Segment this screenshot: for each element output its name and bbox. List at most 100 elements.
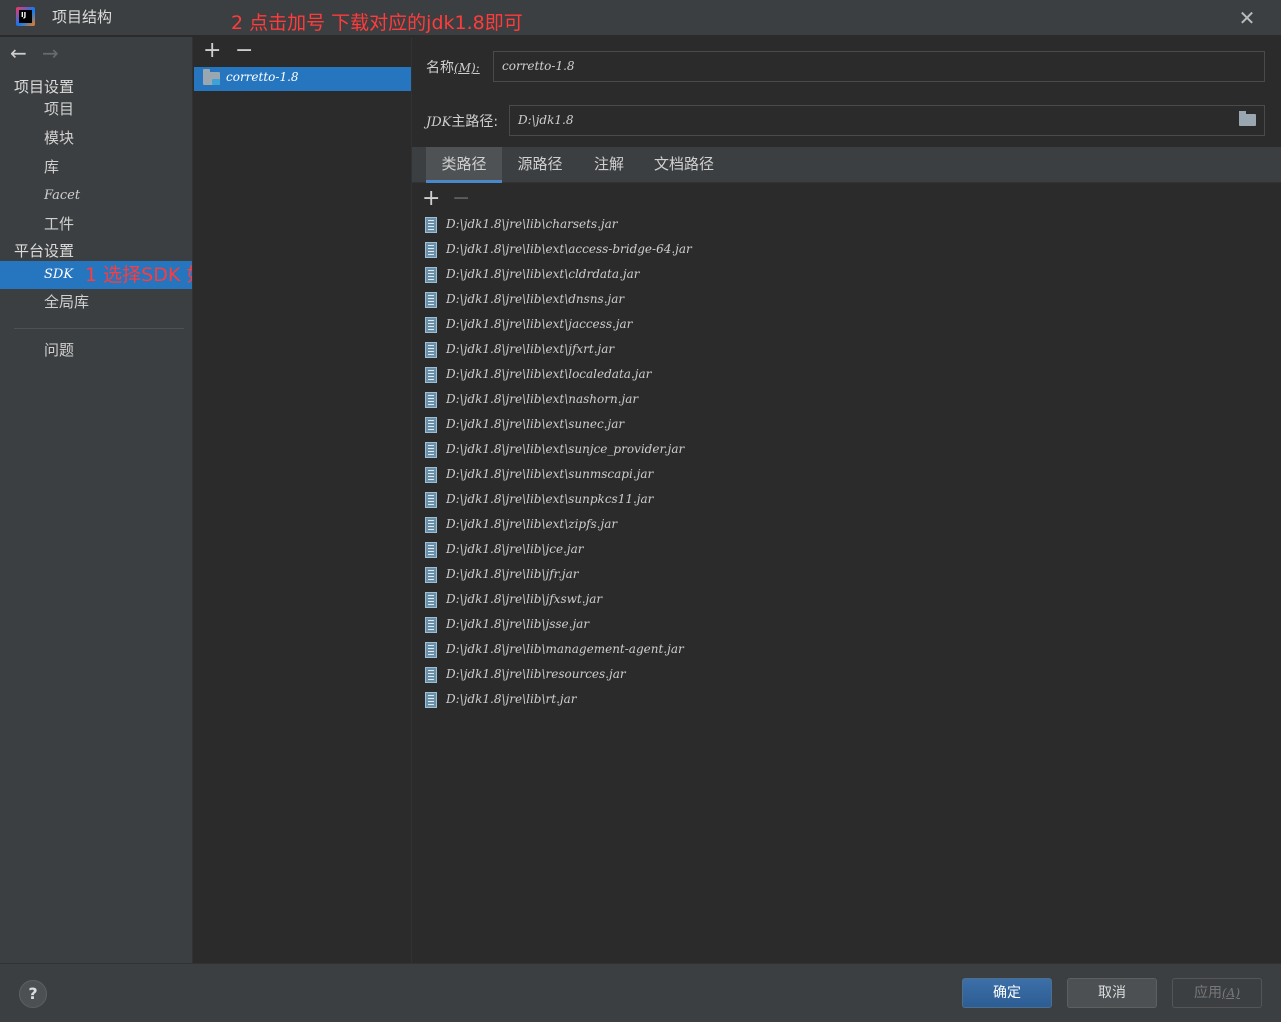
classpath-row[interactable]: D:\jdk1.8\jre\lib\jfxswt.jar <box>412 588 1281 613</box>
window-title: 项目结构 <box>52 8 113 26</box>
jar-file-icon <box>425 667 437 683</box>
help-button[interactable]: ? <box>19 980 47 1008</box>
classpath-path: D:\jdk1.8\jre\lib\ext\jaccess.jar <box>446 317 633 331</box>
classpath-path: D:\jdk1.8\jre\lib\ext\dnsns.jar <box>446 292 625 306</box>
classpath-path: D:\jdk1.8\jre\lib\jfxswt.jar <box>446 592 603 606</box>
sidebar-item-libraries[interactable]: 库 <box>0 153 192 181</box>
name-label-text: 名称 <box>426 60 454 76</box>
jar-file-icon <box>425 692 437 708</box>
classpath-path: D:\jdk1.8\jre\lib\resources.jar <box>446 667 626 681</box>
name-input[interactable]: corretto-1.8 <box>493 51 1265 82</box>
jar-file-icon <box>425 217 437 233</box>
classpath-row[interactable]: D:\jdk1.8\jre\lib\ext\nashorn.jar <box>412 388 1281 413</box>
remove-sdk-button[interactable]: − <box>235 39 253 63</box>
cancel-button[interactable]: 取消 <box>1067 978 1157 1008</box>
add-sdk-button[interactable]: + <box>203 39 221 63</box>
classpath-row[interactable]: D:\jdk1.8\jre\lib\charsets.jar <box>412 213 1281 238</box>
classpath-row[interactable]: D:\jdk1.8\jre\lib\ext\dnsns.jar <box>412 288 1281 313</box>
classpath-path: D:\jdk1.8\jre\lib\ext\nashorn.jar <box>446 392 639 406</box>
classpath-row[interactable]: D:\jdk1.8\jre\lib\ext\jfxrt.jar <box>412 338 1281 363</box>
classpath-row[interactable]: D:\jdk1.8\jre\lib\ext\sunmscapi.jar <box>412 463 1281 488</box>
jar-file-icon <box>425 517 437 533</box>
classpath-path: D:\jdk1.8\jre\lib\jce.jar <box>446 542 584 556</box>
sdk-list-item[interactable]: corretto-1.8 <box>194 67 411 91</box>
add-classpath-button[interactable]: + <box>422 186 440 211</box>
apply-button[interactable]: 应用(A) <box>1172 978 1262 1008</box>
tab-classpath[interactable]: 类路径 <box>426 147 502 183</box>
classpath-row[interactable]: D:\jdk1.8\jre\lib\ext\cldrdata.jar <box>412 263 1281 288</box>
classpath-path: D:\jdk1.8\jre\lib\ext\sunjce_provider.ja… <box>446 442 685 456</box>
browse-folder-icon[interactable] <box>1239 111 1256 126</box>
jar-file-icon <box>425 242 437 258</box>
classpath-path: D:\jdk1.8\jre\lib\jfr.jar <box>446 567 579 581</box>
sidebar-item-global-libraries[interactable]: 全局库 <box>0 288 192 316</box>
classpath-row[interactable]: D:\jdk1.8\jre\lib\rt.jar <box>412 688 1281 713</box>
platform-settings-header: 平台设置 <box>14 242 75 260</box>
jar-file-icon <box>425 617 437 633</box>
sidebar-divider <box>14 328 184 329</box>
classpath-row[interactable]: D:\jdk1.8\jre\lib\ext\sunjce_provider.ja… <box>412 438 1281 463</box>
dialog-footer: ? 确定 取消 应用(A) <box>0 963 1281 1022</box>
sidebar-item-artifacts[interactable]: 工件 <box>0 210 192 238</box>
name-mnemonic: (M): <box>454 61 480 75</box>
classpath-list: D:\jdk1.8\jre\lib\charsets.jar D:\jdk1.8\… <box>412 213 1281 713</box>
sdk-tabs: 类路径 源路径 注解 文档路径 <box>412 147 1281 183</box>
apply-label: 应用 <box>1193 985 1222 1001</box>
classpath-row[interactable]: D:\jdk1.8\jre\lib\ext\localedata.jar <box>412 363 1281 388</box>
classpath-row[interactable]: D:\jdk1.8\jre\lib\management-agent.jar <box>412 638 1281 663</box>
jar-file-icon <box>425 292 437 308</box>
classpath-path: D:\jdk1.8\jre\lib\management-agent.jar <box>446 642 684 656</box>
sdk-list-panel: + − corretto-1.8 <box>192 37 412 963</box>
sdk-details-panel: 名称(M): corretto-1.8 JDK主路径: D:\jdk1.8 类路… <box>412 37 1281 963</box>
classpath-path: D:\jdk1.8\jre\lib\ext\zipfs.jar <box>446 517 618 531</box>
classpath-path: D:\jdk1.8\jre\lib\ext\sunmscapi.jar <box>446 467 654 481</box>
annotation-add-sdk: 2 点击加号 下载对应的jdk1.8即可 <box>231 12 523 34</box>
project-settings-header: 项目设置 <box>14 78 75 96</box>
tab-annotations[interactable]: 注解 <box>580 147 638 183</box>
classpath-row[interactable]: D:\jdk1.8\jre\lib\ext\access-bridge-64.j… <box>412 238 1281 263</box>
jar-file-icon <box>425 542 437 558</box>
classpath-row[interactable]: D:\jdk1.8\jre\lib\jfr.jar <box>412 563 1281 588</box>
sidebar-item-project[interactable]: 项目 <box>0 95 192 123</box>
jar-file-icon <box>425 367 437 383</box>
classpath-row[interactable]: D:\jdk1.8\jre\lib\jce.jar <box>412 538 1281 563</box>
back-arrow-icon[interactable]: ← <box>10 41 27 65</box>
classpath-toolbar: + − <box>412 184 1281 214</box>
jar-file-icon <box>425 592 437 608</box>
sidebar-item-facet[interactable]: Facet <box>0 182 192 210</box>
forward-arrow-icon[interactable]: → <box>42 41 59 65</box>
jar-file-icon <box>425 492 437 508</box>
jdk-home-path-input[interactable]: D:\jdk1.8 <box>509 105 1265 136</box>
jar-file-icon <box>425 417 437 433</box>
sidebar-item-problems[interactable]: 问题 <box>0 336 192 364</box>
jar-file-icon <box>425 442 437 458</box>
classpath-row[interactable]: D:\jdk1.8\jre\lib\ext\jaccess.jar <box>412 313 1281 338</box>
classpath-row[interactable]: D:\jdk1.8\jre\lib\ext\sunpkcs11.jar <box>412 488 1281 513</box>
jar-file-icon <box>425 267 437 283</box>
classpath-path: D:\jdk1.8\jre\lib\ext\cldrdata.jar <box>446 267 640 281</box>
sdk-item-label: corretto-1.8 <box>226 70 299 84</box>
classpath-row[interactable]: D:\jdk1.8\jre\lib\ext\sunec.jar <box>412 413 1281 438</box>
intellij-app-icon: IJ <box>16 7 35 26</box>
jdk-home-label-prefix: JDK <box>426 115 452 130</box>
classpath-path: D:\jdk1.8\jre\lib\ext\jfxrt.jar <box>446 342 615 356</box>
classpath-row[interactable]: D:\jdk1.8\jre\lib\resources.jar <box>412 663 1281 688</box>
jar-file-icon <box>425 342 437 358</box>
classpath-row[interactable]: D:\jdk1.8\jre\lib\ext\zipfs.jar <box>412 513 1281 538</box>
sidebar-item-modules[interactable]: 模块 <box>0 124 192 152</box>
jar-file-icon <box>425 467 437 483</box>
jar-file-icon <box>425 317 437 333</box>
remove-classpath-button[interactable]: − <box>452 186 470 211</box>
ok-button[interactable]: 确定 <box>962 978 1052 1008</box>
jar-file-icon <box>425 567 437 583</box>
sidebar: ← → 项目设置 项目 模块 库 Facet 工件 平台设置 SDK 全局库 问… <box>0 37 192 963</box>
jdk-home-label: JDK主路径: <box>426 111 498 131</box>
tab-documentation-paths[interactable]: 文档路径 <box>644 147 724 183</box>
close-icon[interactable]: ✕ <box>1235 6 1259 30</box>
jar-file-icon <box>425 392 437 408</box>
classpath-row[interactable]: D:\jdk1.8\jre\lib\jsse.jar <box>412 613 1281 638</box>
tab-sourcepath[interactable]: 源路径 <box>504 147 576 183</box>
jdk-home-label-suffix: 主路径: <box>451 114 499 130</box>
title-bar: IJ 项目结构 2 点击加号 下载对应的jdk1.8即可 ✕ <box>0 0 1281 36</box>
classpath-path: D:\jdk1.8\jre\lib\ext\access-bridge-64.j… <box>446 242 692 256</box>
